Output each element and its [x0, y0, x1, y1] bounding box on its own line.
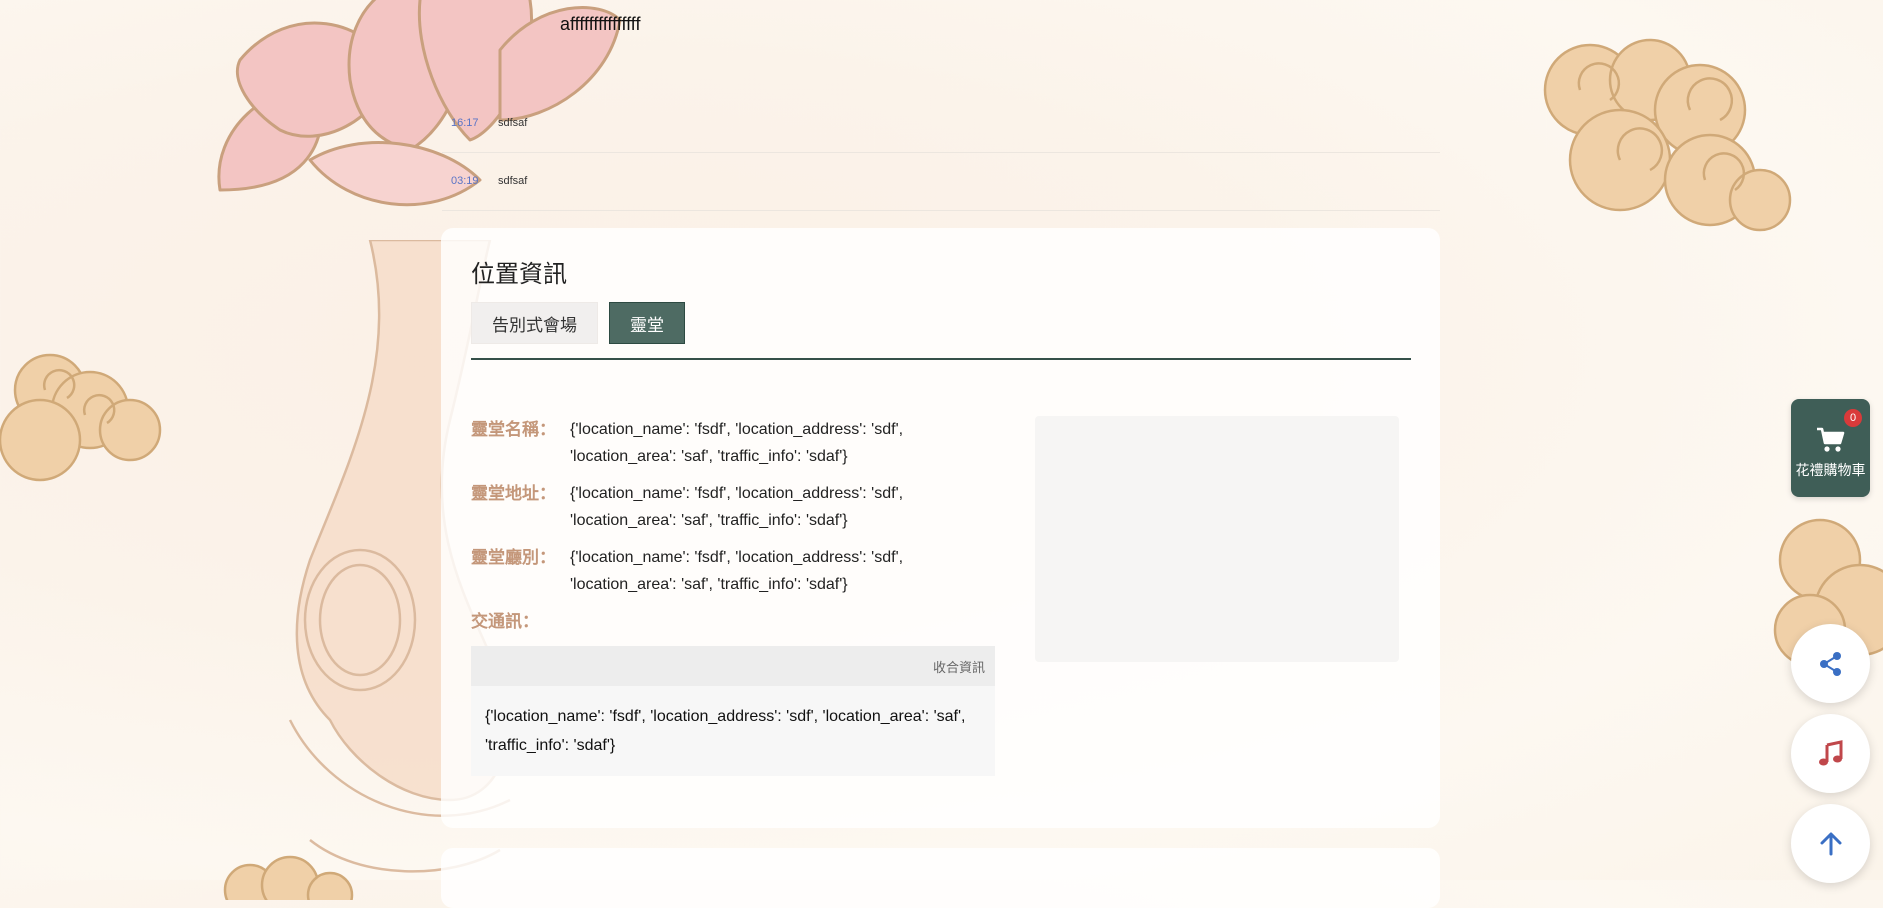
back-to-top-button[interactable] — [1791, 804, 1870, 883]
page-content: afffffffffffffff 16:17 sdfsaf 03:19 sdfs… — [0, 0, 1883, 908]
flower-cart-button[interactable]: 0 花禮購物車 — [1791, 399, 1870, 497]
info-value: {'location_name': 'fsdf', 'location_addr… — [570, 421, 904, 465]
music-note-icon — [1818, 739, 1842, 765]
share-button[interactable] — [1791, 624, 1870, 703]
music-button[interactable] — [1791, 714, 1870, 793]
map-embed[interactable] — [1035, 416, 1399, 662]
info-label: 交通訊： — [471, 612, 539, 631]
message-row: 03:19 sdfsaf — [442, 152, 1440, 211]
message-row: 16:17 sdfsaf — [442, 94, 1440, 153]
info-row-hall-address: 靈堂地址： {'location_name': 'fsdf', 'locatio… — [471, 480, 1001, 534]
next-card — [441, 848, 1440, 908]
page-heading: afffffffffffffff — [560, 14, 641, 34]
info-value: {'location_name': 'fsdf', 'location_addr… — [570, 549, 904, 593]
location-card: 位置資訊 告別式會場 靈堂 靈堂名稱： {'location_name': 'f… — [441, 228, 1440, 828]
tab-funeral-venue[interactable]: 告別式會場 — [471, 302, 598, 344]
message-time: 03:19 — [451, 175, 479, 187]
info-value: {'location_name': 'fsdf', 'location_addr… — [570, 485, 904, 529]
share-icon — [1819, 651, 1841, 676]
collapse-label[interactable]: 收合資訊 — [933, 657, 985, 676]
info-label: 靈堂地址： — [471, 484, 556, 503]
info-label: 靈堂廳別： — [471, 548, 556, 567]
message-text: sdfsaf — [498, 117, 528, 129]
arrow-up-icon — [1820, 832, 1841, 855]
info-label: 靈堂名稱： — [471, 420, 556, 439]
location-tabs: 告別式會場 靈堂 — [471, 302, 685, 344]
shopping-cart-icon — [1816, 427, 1844, 452]
tab-divider — [471, 358, 1411, 360]
traffic-info-panel: {'location_name': 'fsdf', 'location_addr… — [471, 686, 995, 776]
message-text: sdfsaf — [498, 175, 528, 187]
info-row-traffic: 交通訊： — [471, 608, 1001, 635]
location-info: 靈堂名稱： {'location_name': 'fsdf', 'locatio… — [471, 416, 1001, 645]
cart-label: 花禮購物車 — [1795, 462, 1866, 478]
collapse-toggle[interactable]: 收合資訊 — [471, 646, 995, 686]
tab-memorial-hall[interactable]: 靈堂 — [609, 302, 685, 344]
info-row-hall-room: 靈堂廳別： {'location_name': 'fsdf', 'locatio… — [471, 544, 1001, 598]
location-title: 位置資訊 — [471, 261, 567, 288]
info-row-hall-name: 靈堂名稱： {'location_name': 'fsdf', 'locatio… — [471, 416, 1001, 470]
message-time: 16:17 — [451, 117, 479, 129]
cart-count-badge: 0 — [1844, 409, 1862, 427]
